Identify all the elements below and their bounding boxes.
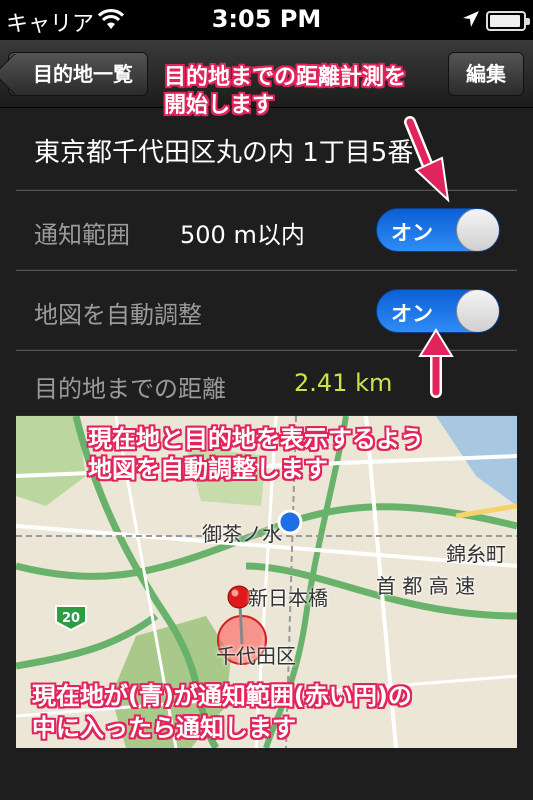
park-area (16, 416, 86, 506)
river (436, 416, 517, 506)
bottom-strip (0, 748, 533, 800)
distance-label: 目的地までの距離 (34, 375, 226, 403)
back-button[interactable]: 目的地一覧 (8, 52, 148, 96)
current-location-icon[interactable] (277, 509, 303, 535)
map-label-kinshicho: 錦糸町 (446, 542, 506, 566)
address-text: 東京都千代田区丸の内 1丁目5番 (34, 138, 414, 168)
notification-range-row[interactable]: 通知範囲 500 m以内 オン (16, 190, 517, 270)
distance-row: 目的地までの距離 2.41 km (16, 350, 517, 416)
annotation-line: 現在地と目的地を表示するよう (88, 425, 424, 453)
back-button-label: 目的地一覧 (33, 62, 133, 86)
toggle-on-label: オン (391, 221, 433, 245)
route-number: 20 (62, 611, 80, 626)
annotation-notification-range: 現在地が(青)が通知範囲(赤い円)の 中に入ったら通知します (32, 680, 412, 744)
edit-button[interactable]: 編集 (448, 52, 524, 96)
auto-adjust-row: 地図を自動調整 オン (16, 270, 517, 350)
annotation-line: 開始します (164, 93, 275, 118)
annotation-auto-adjust: 現在地と目的地を表示するよう 地図を自動調整します (88, 424, 424, 484)
annotation-line: 地図を自動調整します (88, 455, 328, 483)
address-row: 東京都千代田区丸の内 1丁目5番 (16, 108, 517, 190)
distance-measure-toggle[interactable]: オン (376, 208, 500, 252)
auto-adjust-label: 地図を自動調整 (34, 301, 202, 329)
auto-adjust-toggle[interactable]: オン (376, 289, 500, 333)
status-bar: キャリア 3:05 PM (0, 0, 533, 40)
major-road (455, 503, 517, 519)
status-time: 3:05 PM (211, 5, 322, 33)
location-arrow-icon (463, 11, 479, 27)
destination-pin-icon[interactable] (227, 585, 251, 609)
toggle-on-label: オン (391, 302, 433, 326)
battery-icon (486, 11, 530, 31)
map-label-shuto: 首 都 高 速 (376, 574, 476, 598)
map-label-ochanomizu: 御茶ノ水 (202, 522, 282, 546)
notification-range-label: 通知範囲 (34, 221, 130, 249)
map-label-chiyoda: 千代田区 (216, 644, 296, 668)
pin-needle (238, 603, 244, 645)
notification-range-value[interactable]: 500 m以内 (180, 215, 305, 250)
annotation-line: 現在地が(青)が通知範囲(赤い円)の (32, 682, 412, 710)
toggle-knob[interactable] (456, 290, 499, 332)
annotation-distance-measure: 目的地までの距離計測を 開始します (164, 64, 406, 120)
annotation-line: 中に入ったら通知します (32, 714, 296, 742)
map-label-shin-nihonbashi: 新日本橋 (248, 586, 328, 610)
distance-value: 2.41 km (294, 369, 393, 397)
annotation-line: 目的地までの距離計測を (164, 65, 407, 90)
toggle-knob[interactable] (456, 209, 499, 251)
